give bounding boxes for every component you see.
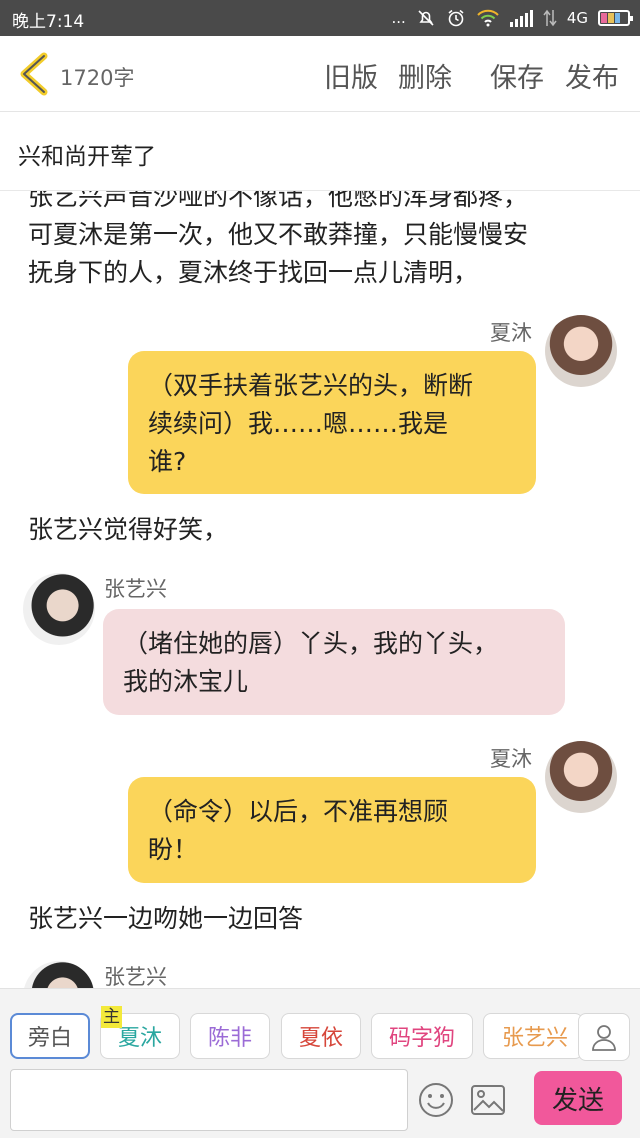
chip-label: 张艺兴: [502, 1026, 569, 1051]
story-title-bar[interactable]: 兴和尚开荤了: [0, 113, 640, 191]
alarm-icon: [448, 9, 464, 27]
speaker-name: 张艺兴: [104, 965, 167, 988]
status-bar: 晚上7:14 ... 4G: [0, 0, 640, 36]
composer-toolbar: 旁白 主 夏沐 陈非 夏依 码字狗 张艺兴 发送: [0, 988, 640, 1138]
story-title[interactable]: 兴和尚开荤了: [18, 137, 156, 171]
chip-label: 夏依: [298, 1026, 343, 1051]
character-chip-mazigou[interactable]: 码字狗: [371, 1013, 473, 1059]
speaker-name: 夏沐: [490, 747, 532, 771]
character-chip-xiayi[interactable]: 夏依: [281, 1013, 361, 1059]
avatar-zhangyixing[interactable]: [23, 573, 95, 645]
narration-block: 张艺兴觉得好笑，: [28, 515, 229, 544]
person-icon: [592, 1025, 616, 1051]
chat-bubble-right[interactable]: （双手扶着张艺兴的头，断断 续续问）我……嗯……我是 谁?: [128, 351, 536, 494]
add-character-button[interactable]: [578, 1013, 630, 1061]
old-version-button[interactable]: 旧版: [324, 56, 378, 95]
battery-icon: [598, 10, 633, 26]
main-character-badge: 主: [101, 1006, 122, 1028]
character-selector: 旁白 主 夏沐 陈非 夏依 码字狗 张艺兴: [10, 1006, 630, 1061]
save-button[interactable]: 保存: [490, 56, 544, 95]
back-chevron-icon[interactable]: [14, 52, 54, 96]
publish-button[interactable]: 发布: [565, 56, 619, 95]
mute-bell-icon: [418, 10, 434, 26]
message-input[interactable]: [10, 1069, 408, 1131]
more-dots-icon: ...: [391, 9, 406, 27]
character-chip-zhangyixing[interactable]: 张艺兴: [483, 1013, 583, 1059]
chip-label: 码字狗: [388, 1026, 455, 1051]
signal-bars-icon: [509, 9, 533, 27]
emoji-icon[interactable]: [418, 1082, 454, 1118]
network-type: 4G: [566, 9, 588, 27]
data-transfer-icon: [543, 9, 557, 27]
character-chip-xiamu[interactable]: 主 夏沐: [100, 1006, 180, 1059]
narration-block: 张艺兴声音沙哑的不像话，他憋的浑身都疼， 可夏沐是第一次，他又不敢莽撞，只能慢慢…: [28, 191, 529, 287]
wifi-icon: [477, 9, 499, 27]
narration-block: 张艺兴一边吻她一边回答: [28, 904, 304, 933]
word-count: 1720字: [60, 66, 135, 90]
editor-header: 1720字 旧版 删除 保存 发布: [0, 36, 640, 112]
character-chip-chenfei[interactable]: 陈非: [190, 1013, 270, 1059]
avatar-xiamu[interactable]: [545, 741, 617, 813]
image-icon[interactable]: [470, 1083, 506, 1117]
chat-bubble-left[interactable]: （堵住她的唇）丫头，我的丫头， 我的沐宝儿: [103, 609, 565, 715]
avatar-zhangyixing[interactable]: [23, 961, 95, 988]
chip-label: 旁白: [27, 1026, 72, 1051]
speaker-name: 张艺兴: [104, 577, 167, 601]
status-icons: ... 4G: [391, 6, 633, 30]
delete-button[interactable]: 删除: [398, 56, 452, 95]
speaker-name: 夏沐: [490, 321, 532, 345]
character-chip-narrator[interactable]: 旁白: [10, 1013, 90, 1059]
story-content[interactable]: 张艺兴声音沙哑的不像话，他憋的浑身都疼， 可夏沐是第一次，他又不敢莽撞，只能慢慢…: [0, 191, 640, 988]
send-button[interactable]: 发送: [534, 1071, 622, 1125]
chip-label: 陈非: [207, 1026, 252, 1051]
status-time: 晚上7:14: [12, 12, 85, 32]
avatar-xiamu[interactable]: [545, 315, 617, 387]
chip-label: 夏沐: [117, 1026, 162, 1051]
chat-bubble-right[interactable]: （命令）以后，不准再想顾 盼！: [128, 777, 536, 883]
